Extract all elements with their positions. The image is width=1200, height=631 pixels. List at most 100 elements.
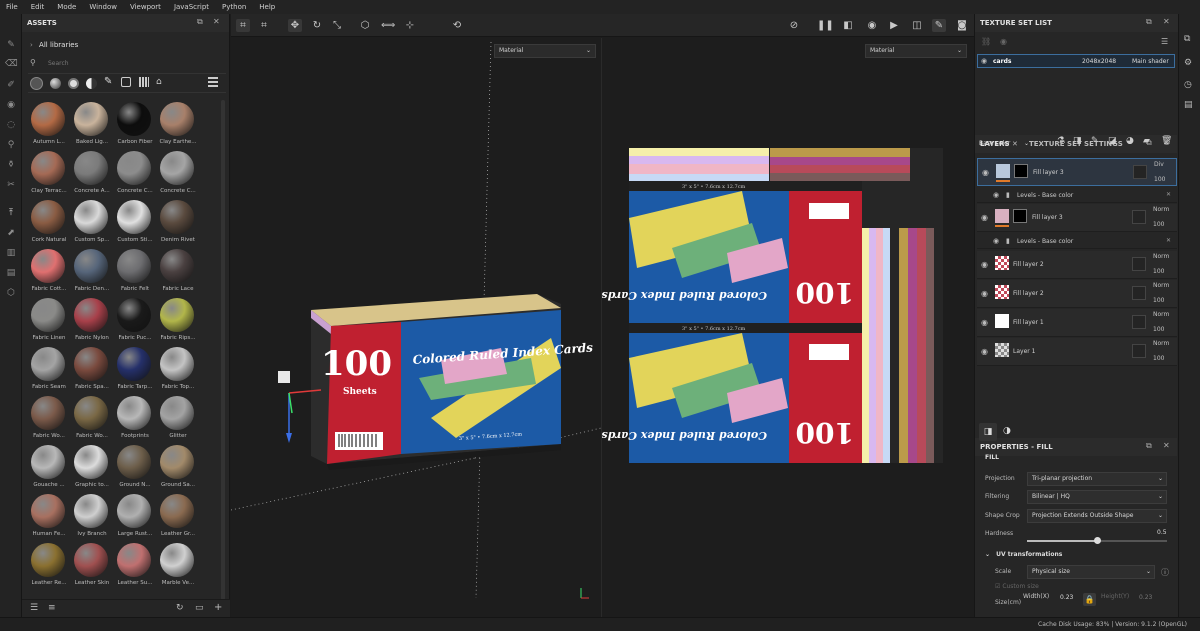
layer-blend-mode[interactable]: Norm (1153, 340, 1169, 347)
asset-item[interactable]: Leather Skin (71, 543, 111, 591)
asset-item[interactable]: Large Rust... (114, 494, 154, 542)
layer-opacity[interactable]: 100 (1154, 176, 1165, 183)
layer-row[interactable]: ◉ Fill layer 2 Norm 100 (977, 251, 1177, 279)
eye-icon[interactable]: ◉ (981, 318, 988, 327)
video-icon[interactable]: ▶ (887, 19, 901, 32)
eye-icon[interactable]: ◉ (982, 168, 989, 177)
grid-view-icon[interactable] (208, 77, 218, 87)
asset-item[interactable]: Leather Re... (28, 543, 68, 591)
asset-item[interactable]: Fabric Rips... (157, 298, 197, 346)
layer-blend-mode[interactable]: Norm (1153, 206, 1169, 213)
menu-icon[interactable]: ☰ (1161, 37, 1168, 46)
asset-item[interactable]: Cork Natural (28, 200, 68, 248)
history-icon[interactable]: ◷ (1184, 80, 1192, 90)
textures-icon[interactable] (86, 78, 97, 89)
delete-icon[interactable]: 🗑 (1161, 136, 1172, 146)
menu-javascript[interactable]: JavaScript (174, 3, 209, 11)
asset-item[interactable]: Glitter (157, 396, 197, 444)
crop-icon[interactable]: ⌗ (236, 19, 250, 32)
filtering-dropdown[interactable]: Bilinear | HQ ⌄ (1027, 490, 1167, 504)
menu-window[interactable]: Window (89, 3, 117, 11)
hardness-slider-knob[interactable] (1094, 537, 1101, 544)
history-icon[interactable]: ⟲ (450, 19, 464, 32)
rotate-icon[interactable]: ↻ (310, 19, 324, 32)
layer-mask-slot[interactable] (1132, 286, 1146, 300)
asset-item[interactable]: Fabric Nylon (71, 298, 111, 346)
layer-mask-slot[interactable] (1132, 315, 1146, 329)
asset-item[interactable]: Denim Rivet (157, 200, 197, 248)
move-icon[interactable]: ✥ (288, 19, 302, 32)
asset-item[interactable]: Fabric Spa... (71, 347, 111, 395)
smart-materials-icon[interactable] (50, 78, 61, 89)
asset-item[interactable]: Custom Sti... (114, 200, 154, 248)
asset-item[interactable]: Marble Ve... (157, 543, 197, 591)
close-icon[interactable]: ✕ (1166, 191, 1171, 198)
eye-icon[interactable]: ◉ (981, 260, 988, 269)
log-icon[interactable]: ▤ (1184, 100, 1193, 110)
eye-icon[interactable]: ◉ (993, 191, 999, 199)
layout-icon[interactable]: ◫ (910, 19, 924, 32)
grunges-icon[interactable] (139, 77, 149, 87)
add-fill-layer-icon[interactable]: ◪ (1108, 136, 1117, 146)
viewport-2d[interactable]: 3" x 5" • 7.6cm x 12.7cm Colored Ruled I… (602, 38, 974, 617)
asset-item[interactable]: Human Fe... (28, 494, 68, 542)
shape-crop-dropdown[interactable]: Projection Extends Outside Shape ⌄ (1027, 509, 1167, 523)
settings-icon[interactable]: ⚙ (1184, 58, 1192, 68)
asset-item[interactable]: Fabric Puc... (114, 298, 154, 346)
layer-row[interactable]: ◉ Layer 1 Norm 100 (977, 338, 1177, 366)
add-icon[interactable]: + (214, 602, 222, 613)
display-icon[interactable]: ▤ (5, 268, 17, 279)
materials-filter-icon[interactable] (30, 77, 43, 90)
selection-icon[interactable]: ✂ (5, 180, 17, 191)
hardness-value[interactable]: 0.5 (1157, 529, 1167, 536)
asset-item[interactable]: Custom Sp... (71, 200, 111, 248)
channel-dropdown[interactable]: Base color ⌄ (979, 138, 1031, 150)
smart-masks-icon[interactable] (68, 78, 79, 89)
folder-icon[interactable]: ▰ (1143, 136, 1150, 146)
asset-item[interactable]: Fabric Linen (28, 298, 68, 346)
layer-row[interactable]: ◉ Fill layer 2 Norm 100 (977, 280, 1177, 308)
layer-blend-mode[interactable]: Norm (1153, 282, 1169, 289)
asset-item[interactable]: Fabric Wo... (28, 396, 68, 444)
asset-item[interactable]: Concrete C... (114, 151, 154, 199)
brush-icon[interactable]: ✎ (104, 76, 112, 87)
layer-mask-slot[interactable] (1132, 210, 1146, 224)
asset-item[interactable]: Clay Terrac... (28, 151, 68, 199)
add-effect-icon[interactable]: ⚗ (1057, 136, 1065, 146)
projection-dropdown[interactable]: Tri-planar projection ⌄ (1027, 472, 1167, 486)
scale-icon[interactable]: ⤡ (330, 19, 344, 32)
layer-row[interactable]: ◉ Fill layer 3 Norm 100 (977, 204, 1177, 232)
sphere-view-icon[interactable]: ◉ (865, 19, 879, 32)
eye-icon[interactable]: ◉ (981, 213, 988, 222)
environments-icon[interactable]: ⌂ (156, 77, 162, 87)
float-icon[interactable]: ⧉ (197, 17, 203, 27)
menu-python[interactable]: Python (222, 3, 246, 11)
bake-icon[interactable]: ⤒ (5, 208, 17, 219)
link-icon[interactable]: ⛓ (981, 37, 991, 46)
view-mode-icon[interactable]: ◧ (841, 19, 855, 32)
refresh-icon[interactable]: ↻ (176, 603, 184, 613)
layer-row[interactable]: ◉ Fill layer 1 Norm 100 (977, 309, 1177, 337)
eraser-icon[interactable]: ⌫ (5, 59, 18, 70)
geometry-fill-icon[interactable]: ◉ (5, 100, 17, 111)
layer-mask-slot[interactable] (1132, 344, 1146, 358)
asset-item[interactable]: Graphic to... (71, 445, 111, 493)
close-icon[interactable]: ✕ (213, 17, 220, 26)
layer-blend-mode[interactable]: Norm (1153, 311, 1169, 318)
layer-opacity[interactable]: 100 (1153, 326, 1164, 333)
asset-item[interactable]: Fabric Top... (157, 347, 197, 395)
layer-mask-slot[interactable] (1133, 165, 1147, 179)
asset-item[interactable]: Ivy Branch (71, 494, 111, 542)
menu-file[interactable]: File (6, 3, 18, 11)
close-icon[interactable]: ✕ (1163, 17, 1170, 26)
filter-icon[interactable]: ≡ (48, 603, 56, 613)
eye-icon[interactable]: ◉ (1000, 37, 1007, 46)
pause-icon[interactable]: ❚❚ (817, 19, 834, 32)
add-mask-icon[interactable]: ◨ (1073, 136, 1082, 146)
snap-icon[interactable]: ⊹ (403, 19, 417, 32)
asset-item[interactable]: Ground Sa... (157, 445, 197, 493)
asset-item[interactable]: Fabric Lace (157, 249, 197, 297)
asset-item[interactable]: Concrete A... (71, 151, 111, 199)
asset-item[interactable]: Fabric Wo... (71, 396, 111, 444)
layer-opacity[interactable]: 100 (1153, 297, 1164, 304)
